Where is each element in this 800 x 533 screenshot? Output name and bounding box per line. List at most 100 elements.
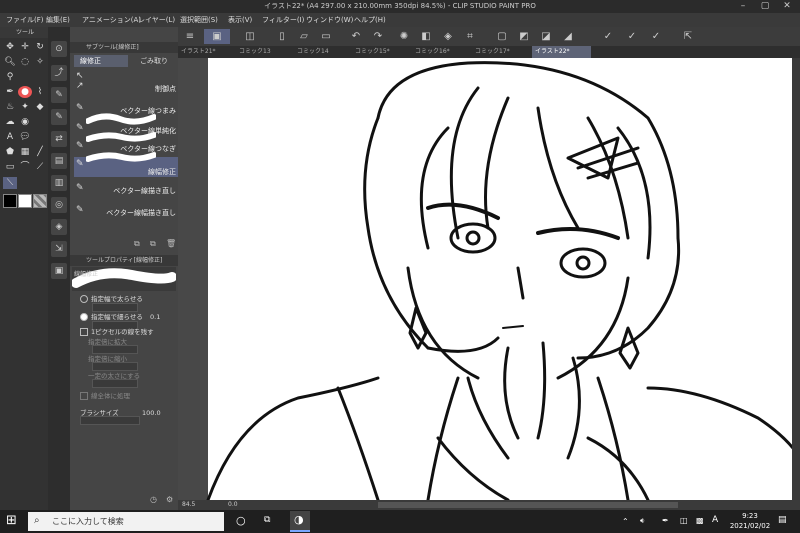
horizontal-scrollbar[interactable] bbox=[378, 502, 678, 508]
fill-icon[interactable]: ◧ bbox=[418, 29, 434, 44]
tab-doc-3[interactable]: コミック14 bbox=[294, 46, 351, 58]
invert-icon[interactable]: ◩ bbox=[516, 29, 532, 44]
sub-color-swatch[interactable] bbox=[18, 194, 32, 208]
option-thin[interactable]: 指定幅で細らせる bbox=[80, 311, 143, 321]
tab-line-fix[interactable]: 線修正 bbox=[74, 55, 128, 67]
frame-icon[interactable]: ▭ bbox=[3, 161, 17, 173]
tab-doc-6[interactable]: コミック17* bbox=[472, 46, 529, 58]
save-icon[interactable]: ▭ bbox=[318, 29, 334, 44]
menu-selection[interactable]: 選択範囲(S) bbox=[180, 15, 218, 25]
trash-icon[interactable]: 🗑︎ bbox=[166, 239, 176, 248]
swap-icon[interactable]: ⇄ bbox=[51, 131, 67, 147]
gradient-icon[interactable]: ▦ bbox=[18, 146, 32, 158]
brush-size-slider[interactable] bbox=[80, 416, 140, 425]
figure-icon[interactable]: ╱ bbox=[33, 146, 47, 158]
crop-icon[interactable]: ⌗ bbox=[462, 29, 478, 44]
brush-size-value[interactable]: 100.0 bbox=[142, 409, 161, 417]
pen-icon[interactable]: ✒ bbox=[3, 86, 17, 98]
brush-icon[interactable]: ⌇ bbox=[33, 86, 47, 98]
lasso-icon[interactable]: ◌ bbox=[18, 56, 32, 68]
text-icon[interactable]: A bbox=[3, 131, 17, 143]
blend-icon[interactable]: ☁ bbox=[3, 116, 17, 128]
clip-studio-taskbar-button[interactable]: ◑ bbox=[290, 511, 310, 532]
maximize-button[interactable]: ▢ bbox=[754, 0, 776, 13]
clock-date[interactable]: 2021/02/02 bbox=[726, 522, 774, 530]
line-fix-icon[interactable]: ⟍ bbox=[3, 177, 17, 189]
fill-icon[interactable]: ◉ bbox=[18, 116, 32, 128]
vector-icon[interactable]: ✎ bbox=[51, 87, 67, 103]
layer-panel-icon[interactable]: ▣ bbox=[51, 263, 67, 279]
eraser-icon[interactable]: ◆ bbox=[33, 101, 47, 113]
marker-check-icon[interactable]: ✓ bbox=[648, 29, 664, 44]
import-icon[interactable]: ⇲ bbox=[51, 241, 67, 257]
wacom-icon[interactable]: ▩ bbox=[696, 516, 704, 525]
tab-dust-removal[interactable]: ごみ取り bbox=[130, 55, 176, 67]
tab-doc-4[interactable]: コミック15* bbox=[352, 46, 409, 58]
menu-filter[interactable]: フィルター(I) bbox=[262, 15, 304, 25]
transform-icon[interactable]: ◈ bbox=[440, 29, 456, 44]
bucket-icon[interactable]: ⬟ bbox=[3, 146, 17, 158]
search-icon[interactable]: ◎ bbox=[51, 197, 67, 213]
clip-studio-icon[interactable]: ▣ bbox=[204, 29, 230, 44]
rotate-icon[interactable]: ↻ bbox=[33, 41, 47, 53]
pen-check-icon[interactable]: ✓ bbox=[600, 29, 616, 44]
correct-line-icon[interactable]: ⟋ bbox=[33, 161, 47, 173]
tab-doc-5[interactable]: コミック16* bbox=[412, 46, 469, 58]
option-thicken[interactable]: 指定幅で太らせる bbox=[80, 293, 143, 303]
option-keep-1px[interactable]: 1ピクセルの線を残す bbox=[80, 326, 154, 336]
zoom-value[interactable]: 84.5 bbox=[182, 501, 195, 508]
taskbar-search-box[interactable]: ⌕ ここに入力して検索 bbox=[28, 512, 224, 531]
vertical-scrollbar[interactable] bbox=[792, 58, 800, 500]
decoration-icon[interactable]: ✦ bbox=[18, 101, 32, 113]
ime-indicator[interactable]: A bbox=[712, 515, 718, 525]
menu-edit[interactable]: 編集(E) bbox=[46, 15, 70, 25]
notification-icon[interactable]: ▤ bbox=[778, 515, 787, 525]
ruler-icon[interactable]: ⌒ bbox=[18, 161, 32, 173]
duplicate-icon[interactable]: ⧉ bbox=[150, 239, 156, 249]
layer-icon[interactable]: ⊙ bbox=[51, 41, 67, 57]
transparent-color-swatch[interactable] bbox=[33, 194, 47, 208]
angle-value[interactable]: 0.0 bbox=[228, 501, 238, 508]
eyedropper-icon[interactable]: ⚲ bbox=[3, 71, 17, 83]
tray-chevron-icon[interactable]: ⌃ bbox=[622, 517, 629, 526]
redo-icon[interactable]: ↷ bbox=[370, 29, 386, 44]
tab-doc-1[interactable]: イラスト21* bbox=[178, 46, 235, 58]
subtool-item-redraw[interactable]: ✎ ベクター線描き直し bbox=[74, 181, 178, 203]
artwork-canvas[interactable] bbox=[178, 58, 800, 500]
pan-icon[interactable]: ✛ bbox=[18, 41, 32, 53]
settings-icon[interactable]: ⚙ bbox=[166, 495, 173, 504]
minimize-button[interactable]: – bbox=[732, 0, 754, 13]
brush-check-icon[interactable]: ✓ bbox=[624, 29, 640, 44]
deselect-icon[interactable]: ▢ bbox=[494, 29, 510, 44]
clear-icon[interactable]: ✺ bbox=[396, 29, 412, 44]
magic-wand-icon[interactable]: ✧ bbox=[33, 56, 47, 68]
clock-icon[interactable]: ◷ bbox=[150, 495, 157, 504]
adjust-icon[interactable]: ✎ bbox=[51, 109, 67, 125]
menu-animation[interactable]: アニメーション(A) bbox=[82, 15, 141, 25]
menu-file[interactable]: ファイル(F) bbox=[6, 15, 44, 25]
zoom-icon[interactable]: 🔍︎ bbox=[3, 56, 17, 68]
option-whole-line[interactable]: 線全体に処理 bbox=[80, 390, 130, 400]
canvas-area[interactable] bbox=[178, 58, 800, 500]
balloon-icon[interactable]: 💬︎ bbox=[18, 131, 32, 143]
grid-icon[interactable]: ▥ bbox=[51, 175, 67, 191]
undo-icon[interactable]: ↶ bbox=[348, 29, 364, 44]
constant-slider[interactable] bbox=[92, 379, 138, 388]
stack-icon[interactable]: ◈ bbox=[51, 219, 67, 235]
save-icon[interactable]: ▤ bbox=[51, 153, 67, 169]
new-file-icon[interactable]: ▯ bbox=[274, 29, 290, 44]
cortana-icon[interactable]: ○ bbox=[236, 514, 246, 527]
close-button[interactable]: ✕ bbox=[776, 0, 798, 13]
tab-doc-7[interactable]: イラスト22* bbox=[532, 46, 591, 58]
select-icon[interactable]: ◪ bbox=[538, 29, 554, 44]
open-icon[interactable]: ▱ bbox=[296, 29, 312, 44]
volume-icon[interactable]: 🔉︎ bbox=[640, 516, 645, 526]
menu-layer[interactable]: レイヤー(L) bbox=[138, 15, 175, 25]
export-icon[interactable]: ⇱ bbox=[680, 29, 696, 44]
pen-icon[interactable]: ✒ bbox=[662, 516, 669, 525]
task-view-icon[interactable]: ⧉ bbox=[264, 515, 270, 525]
clock-time[interactable]: 9:23 bbox=[730, 512, 770, 520]
menu-view[interactable]: 表示(V) bbox=[228, 15, 252, 25]
subtool-item-control-point[interactable]: ↗ 制御点 bbox=[74, 79, 178, 101]
line-adjust-icon[interactable]: ⤴ bbox=[51, 65, 67, 81]
